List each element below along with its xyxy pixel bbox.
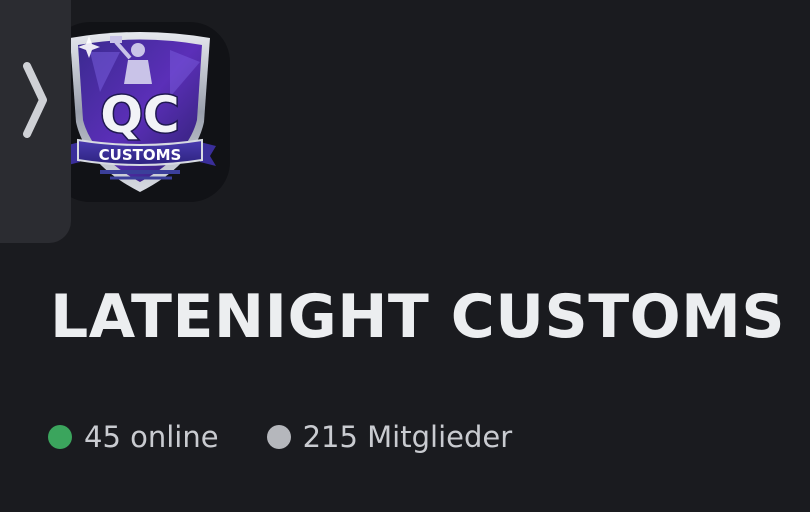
side-panel-toggle[interactable] — [0, 0, 71, 243]
svg-text:QC: QC — [100, 86, 179, 144]
member-count: 215 Mitglieder — [266, 420, 513, 454]
server-icon[interactable]: QC CUSTOMS — [50, 22, 230, 202]
member-status-dot — [266, 425, 291, 449]
server-name: LATENIGHT CUSTOMS — [50, 282, 786, 352]
server-profile-screen: QC CUSTOMS LATENIGHT CUSTOMS 45 online 2… — [0, 0, 810, 512]
online-count: 45 online — [48, 420, 219, 454]
online-status-dot — [48, 425, 72, 449]
server-stats: 45 online 215 Mitglieder — [48, 420, 512, 454]
member-count-label: 215 Mitglieder — [302, 420, 513, 454]
qc-customs-shield-logo: QC CUSTOMS — [64, 32, 216, 192]
chevron-right-icon — [23, 62, 47, 138]
online-count-label: 45 online — [84, 420, 219, 454]
svg-text:CUSTOMS: CUSTOMS — [99, 146, 182, 164]
